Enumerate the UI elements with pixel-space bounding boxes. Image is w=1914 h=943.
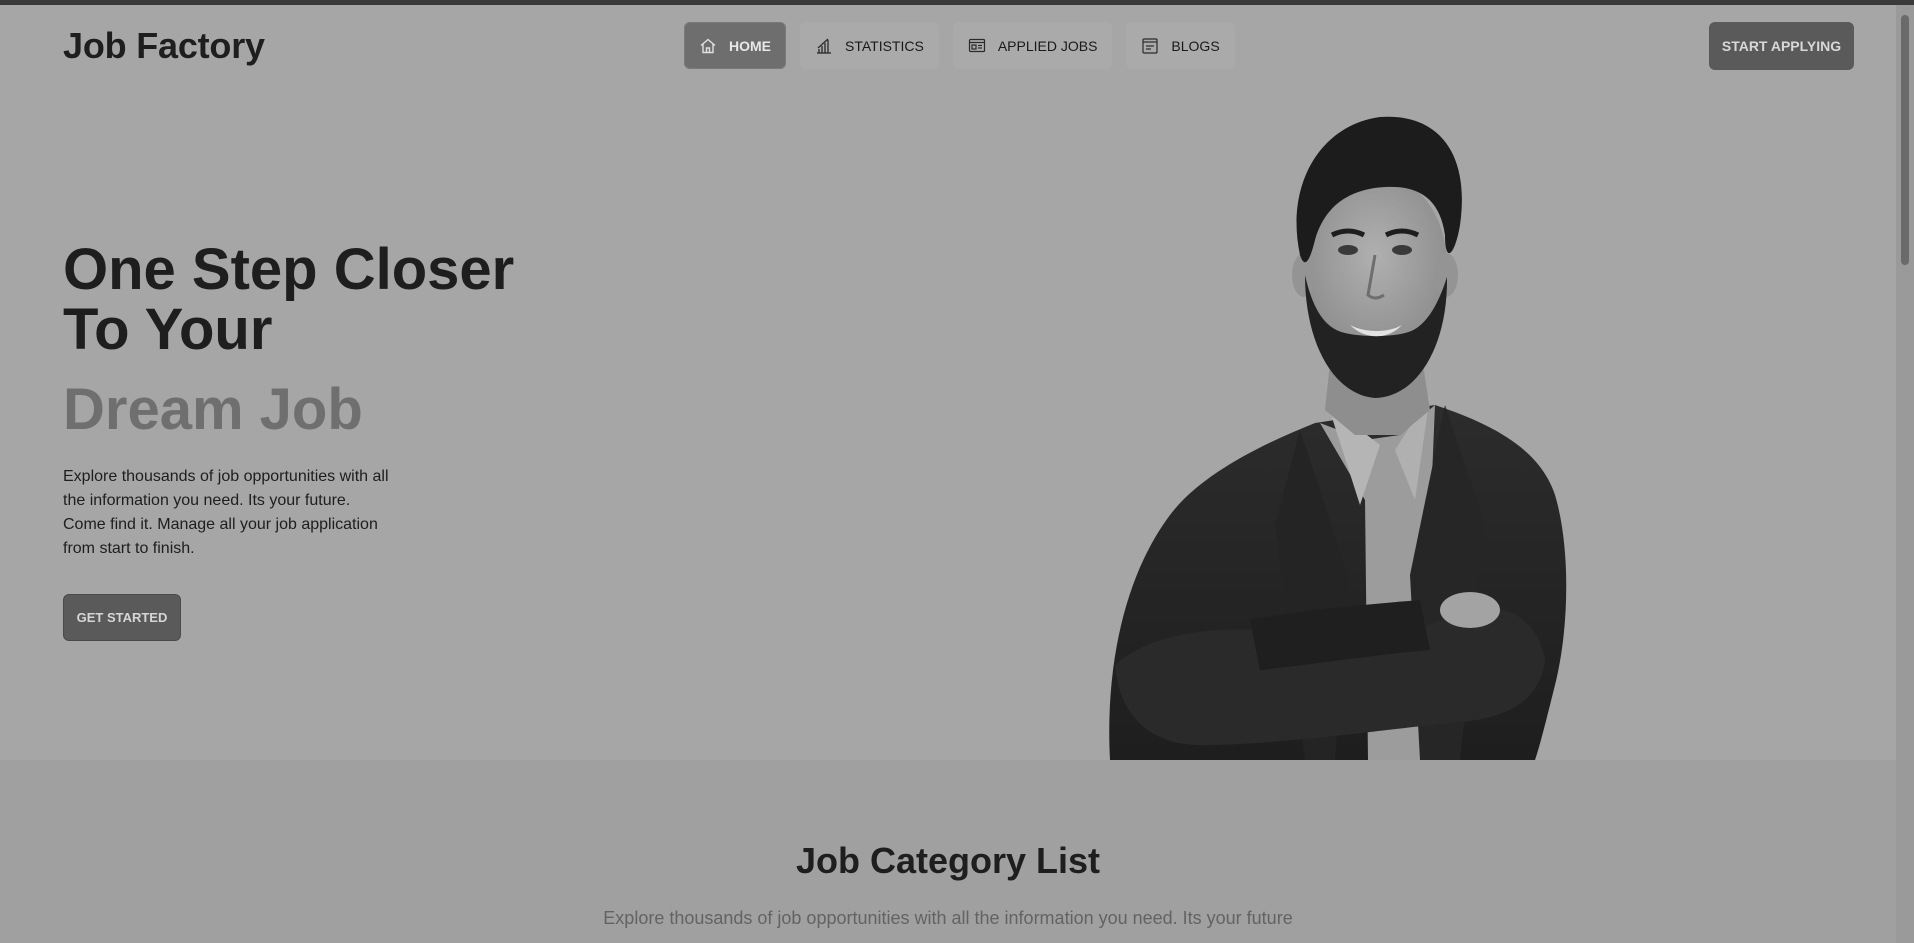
briefcase-window-icon — [968, 37, 986, 55]
main-nav: HOME STATISTICS APPLIED JOBS BLOGS — [684, 22, 1235, 69]
chart-icon — [815, 37, 833, 55]
hero-title: One Step Closer To Your — [63, 237, 515, 362]
nav-item-statistics[interactable]: STATISTICS — [800, 22, 939, 69]
nav-label-home: HOME — [729, 37, 771, 54]
get-started-button[interactable]: GET STARTED — [63, 594, 181, 641]
brand-logo[interactable]: Job Factory — [63, 25, 265, 67]
nav-label-applied-jobs: APPLIED JOBS — [997, 37, 1098, 54]
start-applying-button[interactable]: START APPLYING — [1709, 22, 1854, 70]
hero-accent-title: Dream Job — [63, 377, 363, 442]
page-scrollbar[interactable] — [1896, 5, 1914, 943]
scrollbar-thumb[interactable] — [1901, 15, 1909, 265]
site-header: Job Factory HOME STATISTICS APPLIED JOBS… — [0, 5, 1896, 105]
hero-section: One Step Closer To Your Dream Job Explor… — [0, 105, 1896, 760]
hero-person-image — [1100, 105, 1660, 760]
hero-description: Explore thousands of job opportunities w… — [63, 468, 389, 557]
blog-icon — [1141, 37, 1159, 55]
nav-label-statistics: STATISTICS — [845, 37, 924, 54]
nav-item-blogs[interactable]: BLOGS — [1126, 22, 1235, 69]
home-icon — [699, 37, 717, 55]
nav-item-applied-jobs[interactable]: APPLIED JOBS — [952, 22, 1113, 69]
section-title: Job Category List — [795, 840, 1101, 881]
job-category-section: Job Category List Explore thousands of j… — [0, 760, 1896, 943]
nav-label-blogs: BLOGS — [1171, 37, 1220, 54]
nav-item-home[interactable]: HOME — [684, 22, 786, 69]
section-subtitle: Explore thousands of job opportunities w… — [603, 908, 1293, 928]
